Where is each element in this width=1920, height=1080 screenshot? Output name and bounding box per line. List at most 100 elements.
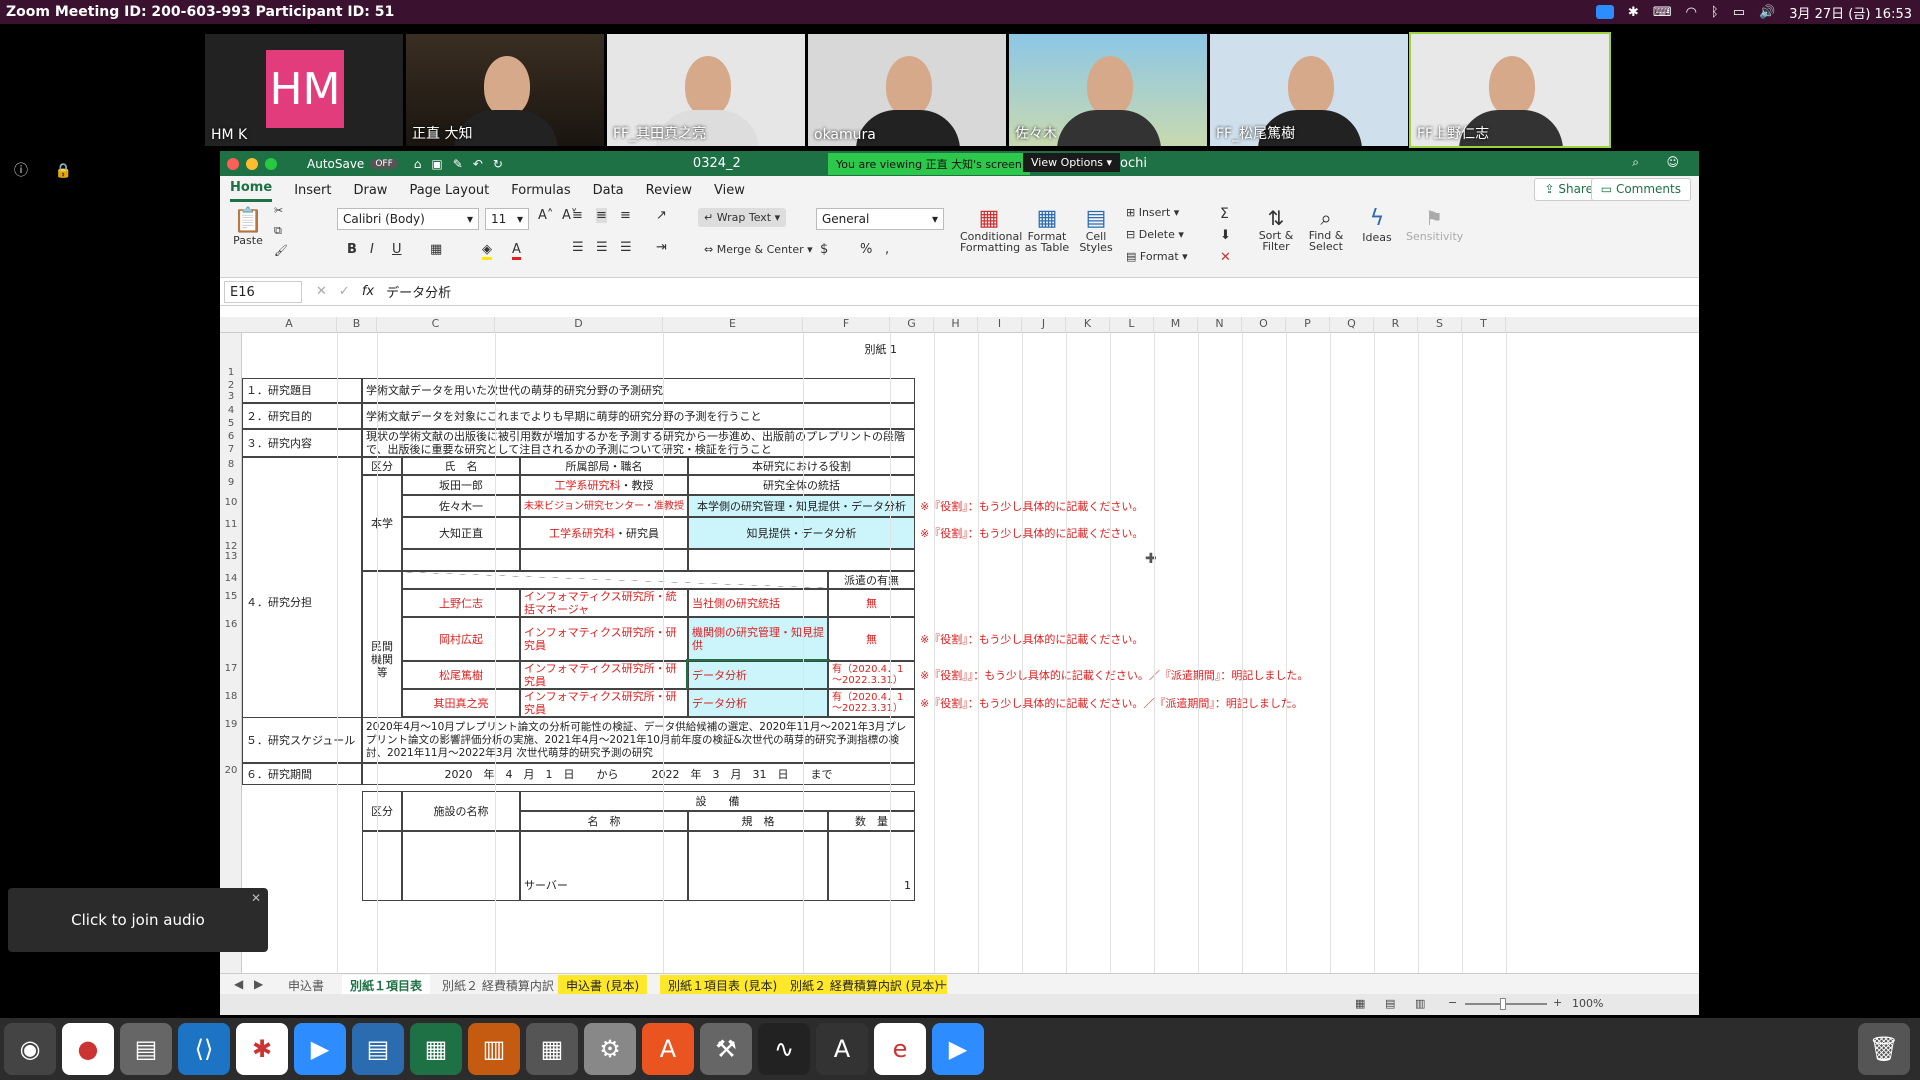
volume-icon[interactable]: 🔊: [1759, 5, 1775, 20]
cell-p1-name[interactable]: 坂田一郎: [402, 475, 520, 495]
comments-button[interactable]: ▭ Comments: [1590, 178, 1691, 201]
sheet-tab[interactable]: 別紙２ 経費積算内訳: [434, 975, 562, 996]
cell-m4-haken[interactable]: 有（2020.4．1～2022.3.31）: [828, 689, 915, 717]
row-header[interactable]: 15: [220, 591, 242, 602]
battery-icon[interactable]: ▭: [1733, 5, 1745, 20]
cell-r2-label[interactable]: ２．研究目的: [242, 403, 362, 429]
column-header[interactable]: G: [890, 317, 934, 333]
row-header[interactable]: 19: [220, 719, 242, 730]
puzzle-icon[interactable]: ✱: [1628, 5, 1639, 20]
row-header[interactable]: 11: [220, 519, 242, 530]
zoom-tray-icon[interactable]: [1595, 5, 1614, 19]
cell-p1-role[interactable]: 研究全体の統括: [688, 475, 915, 495]
column-header[interactable]: H: [934, 317, 978, 333]
cell-empty-row[interactable]: [688, 549, 915, 571]
dock-zoom-icon[interactable]: ▶: [932, 1023, 984, 1075]
align-bottom-icon[interactable]: ≡: [620, 208, 631, 223]
align-top-icon[interactable]: ≡: [572, 208, 583, 223]
dock-slack-icon[interactable]: ✱: [236, 1023, 288, 1075]
sheet-tab[interactable]: 別紙２ 経費積算内訳 (見本): [782, 975, 947, 996]
tab-page-layout[interactable]: Page Layout: [409, 183, 489, 202]
row-header[interactable]: 14: [220, 573, 242, 584]
cell-r5-value[interactable]: 2020年4月～10月プレプリント論文の分析可能性の検証、データ供給候補の選定、…: [362, 717, 915, 763]
column-header[interactable]: E: [663, 317, 803, 333]
tab-draw[interactable]: Draw: [353, 183, 387, 202]
cell-m4-name[interactable]: 其田真之亮: [402, 689, 520, 717]
cell-m2-name[interactable]: 岡村広起: [402, 617, 520, 661]
sheet-grid[interactable]: 1 2 3 4 5 6 7 8 9 10 11 12 13 14 15 16 17 18 19 20 別紙 1 １．研…: [220, 333, 1699, 973]
lock-icon[interactable]: 🔒: [54, 163, 71, 179]
cell-suryo[interactable]: 数 量: [828, 811, 915, 831]
delete-cells-button[interactable]: ⊟ Delete ▾: [1126, 228, 1184, 241]
row-header[interactable]: 13: [220, 551, 242, 562]
info-icon[interactable]: ⓘ: [14, 163, 28, 179]
zoom-level[interactable]: 100%: [1572, 997, 1603, 1010]
row-header[interactable]: 20: [220, 765, 242, 776]
formula-input[interactable]: データ分析: [386, 282, 451, 301]
sheet-tab[interactable]: 申込書: [280, 975, 332, 996]
column-header[interactable]: B: [337, 317, 377, 333]
cell-honbu[interactable]: 本学: [362, 475, 402, 571]
row-header[interactable]: 17: [220, 663, 242, 674]
column-header[interactable]: K: [1066, 317, 1110, 333]
cell-m2-role[interactable]: 機関側の研究管理・知見提供: [688, 617, 828, 661]
paste-button[interactable]: 📋 Paste: [230, 206, 266, 247]
column-header[interactable]: D: [495, 317, 663, 333]
row-header[interactable]: 16: [220, 619, 242, 630]
sort-filter-button[interactable]: ⇅ Sort & Filter: [1256, 206, 1296, 252]
insert-cells-button[interactable]: ⊞ Insert ▾: [1126, 206, 1179, 219]
cell-m1-haken[interactable]: 無: [828, 589, 915, 617]
row-header[interactable]: 9: [220, 477, 242, 488]
dock-settings-icon[interactable]: ⚙: [584, 1023, 636, 1075]
zoom-slider-thumb[interactable]: [1500, 998, 1506, 1010]
cell-role-header[interactable]: 本研究における役割: [688, 457, 915, 475]
increase-font-icon[interactable]: A˄: [538, 208, 553, 223]
edit-icon[interactable]: ✎: [453, 157, 463, 171]
cell-m1-role[interactable]: 当社側の研究統括: [688, 589, 828, 617]
fill-color-icon[interactable]: ◈: [482, 242, 492, 260]
row-header[interactable]: 7: [220, 444, 242, 455]
font-color-icon[interactable]: A: [512, 242, 521, 260]
sheet-nav-next-icon[interactable]: ▶: [246, 975, 271, 993]
participant-tile[interactable]: HM HM K: [205, 34, 403, 146]
dock-calc-icon[interactable]: ▦: [410, 1023, 462, 1075]
name-box[interactable]: E16: [224, 280, 302, 303]
dock-vs-code-icon[interactable]: ⟨⟩: [178, 1023, 230, 1075]
cell-blank[interactable]: [402, 831, 520, 901]
cut-icon[interactable]: ✂: [274, 204, 283, 217]
dock-calculator-icon[interactable]: ▦: [526, 1023, 578, 1075]
cancel-icon[interactable]: ✕: [316, 284, 327, 299]
cell-p3-name[interactable]: 大知正直: [402, 517, 520, 549]
cell-r2-value[interactable]: 学術文献データを対象にこれまでよりも早期に萌芽的研究分野の予測を行うこと: [362, 403, 915, 429]
cell-p2-note[interactable]: ※『役割』：もう少し具体的に記載ください。: [917, 495, 1317, 517]
dock-evince-icon[interactable]: e: [874, 1023, 926, 1075]
fx-icon[interactable]: fx: [362, 284, 374, 299]
conditional-formatting-button[interactable]: ▦ Conditional Formatting: [960, 206, 1022, 253]
row-header[interactable]: 8: [220, 459, 242, 470]
zoom-slider[interactable]: [1465, 1003, 1547, 1005]
cell-p3-role[interactable]: 知見提供・データ分析: [688, 517, 915, 549]
fill-down-icon[interactable]: ⬇: [1220, 228, 1231, 243]
cell-server-qty[interactable]: 1: [828, 831, 915, 901]
tab-review[interactable]: Review: [646, 183, 692, 202]
row-header[interactable]: 3: [220, 391, 242, 402]
column-header[interactable]: T: [1462, 317, 1506, 333]
dock-tweaks-icon[interactable]: ⚒: [700, 1023, 752, 1075]
participant-tile[interactable]: FF_其田真之亮: [607, 34, 805, 146]
cell-styles-button[interactable]: ▤ Cell Styles: [1076, 206, 1116, 253]
column-header[interactable]: Q: [1330, 317, 1374, 333]
cell-blank[interactable]: [688, 831, 828, 901]
clock-text[interactable]: 3月 27日 (금) 16:53: [1789, 3, 1912, 22]
column-header[interactable]: N: [1198, 317, 1242, 333]
cell-r6-value[interactable]: 2020 年 4 月 1 日 から 2022 年 3 月 31 日 まで: [362, 763, 915, 785]
redo-icon[interactable]: ↻: [493, 157, 503, 171]
join-audio-tooltip[interactable]: Click to join audio ✕: [8, 888, 268, 952]
zoom-in-icon[interactable]: +: [1553, 996, 1562, 1009]
cell-shisetsu[interactable]: 施設の名称: [402, 791, 520, 831]
dock-monitor-icon[interactable]: ∿: [758, 1023, 810, 1075]
row-header[interactable]: 5: [220, 418, 242, 429]
cell-p3-note[interactable]: ※『役割』：もう少し具体的に記載ください。: [917, 517, 1317, 549]
wrap-text-button[interactable]: ↵ Wrap Text ▾: [698, 208, 787, 227]
cell-m3-note[interactable]: ※『役割』』：もう少し具体的に記載ください。／『派遣期間』：明記しました。: [917, 661, 1597, 689]
home-icon[interactable]: ⌂: [414, 157, 422, 171]
